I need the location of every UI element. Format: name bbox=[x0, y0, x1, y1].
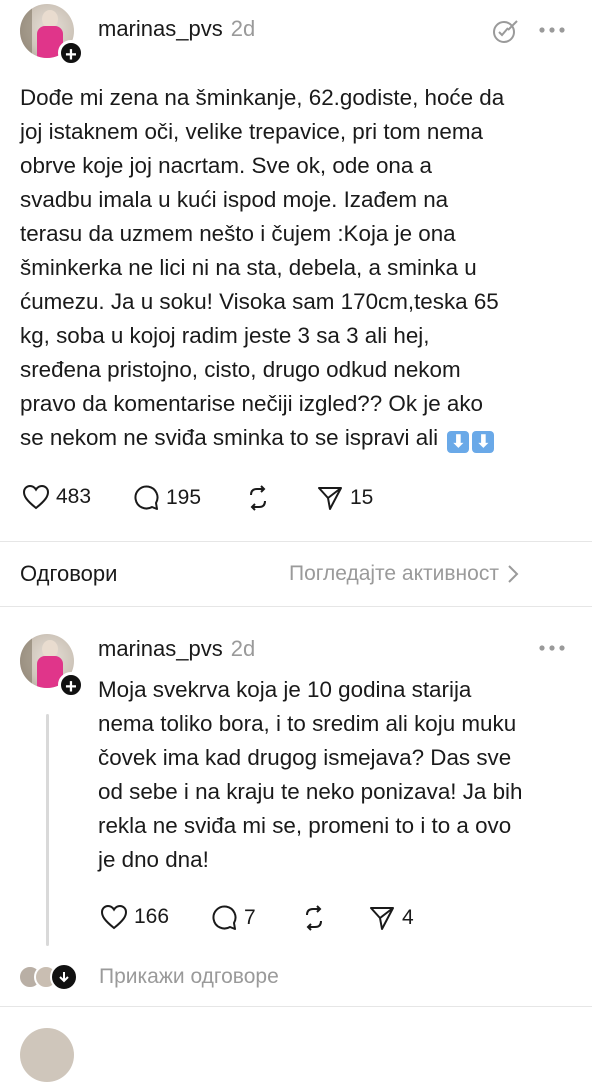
reply-line: nema toliko bora, i to sredim ali koju m… bbox=[98, 711, 517, 736]
heart-icon bbox=[100, 904, 128, 930]
reply-line: čovek ima kad drugog ismejava? Das sve bbox=[98, 745, 512, 770]
username[interactable]: marinas_pvs bbox=[98, 16, 223, 42]
username[interactable]: marinas_pvs bbox=[98, 636, 223, 662]
repost-button[interactable] bbox=[244, 484, 278, 512]
reply-line: Moja svekrva koja je 10 godina starija bbox=[98, 677, 472, 702]
divider bbox=[0, 541, 592, 542]
timestamp: 2d bbox=[230, 636, 256, 661]
reply-button[interactable]: 7 bbox=[210, 904, 256, 932]
repost-icon bbox=[250, 485, 266, 511]
more-icon[interactable] bbox=[538, 638, 568, 663]
arrow-down-icon: ⬇ bbox=[447, 431, 470, 453]
arrow-down-icon: ⬇ bbox=[472, 431, 495, 453]
reply-avatars[interactable] bbox=[18, 963, 80, 991]
divider bbox=[0, 606, 592, 607]
timestamp: 2d bbox=[230, 16, 256, 41]
arrow-down-icon bbox=[50, 963, 78, 991]
repost-icon bbox=[306, 905, 322, 931]
share-count: 4 bbox=[402, 906, 414, 929]
plus-icon[interactable]: + bbox=[58, 40, 84, 66]
share-count: 15 bbox=[350, 486, 374, 509]
post-header: marinas_pvs 2d bbox=[98, 16, 255, 42]
show-replies-link[interactable]: Прикажи одговоре bbox=[99, 965, 279, 989]
share-icon bbox=[318, 487, 342, 510]
comment-icon bbox=[212, 905, 237, 930]
thread-line bbox=[46, 714, 49, 946]
post-line: se nekom ne sviđa sminka to se ispravi a… bbox=[20, 421, 585, 455]
post-line: kg, soba u kojoj radim jeste 3 sa 3 ali … bbox=[20, 323, 430, 348]
plus-icon[interactable]: + bbox=[58, 672, 84, 698]
like-count: 166 bbox=[134, 905, 170, 928]
reply-button[interactable]: 195 bbox=[132, 484, 201, 512]
like-button[interactable]: 483 bbox=[22, 484, 91, 510]
share-button[interactable]: 15 bbox=[316, 484, 373, 512]
post-line: šminkerka ne lici ni na sta, debela, a s… bbox=[20, 255, 477, 280]
repost-button[interactable] bbox=[300, 904, 328, 932]
post-line-text: se nekom ne sviđa sminka to se ispravi a… bbox=[20, 425, 439, 450]
share-button[interactable]: 4 bbox=[368, 904, 414, 932]
post-line: joj istaknem oči, velike trepavice, pri … bbox=[20, 119, 483, 144]
chevron-right-icon bbox=[508, 565, 519, 583]
reply-line: rekla ne sviđa mi se, promeni to i to a … bbox=[98, 813, 512, 838]
like-count: 483 bbox=[56, 485, 92, 508]
post-line: sređena pristojno, cisto, drugo odkud ne… bbox=[20, 357, 461, 382]
post-line: obrve koje joj nacrtam. Sve ok, ode ona … bbox=[20, 153, 432, 178]
post-line: ćumezu. Ja u soku! Visoka sam 170cm,tesk… bbox=[20, 289, 499, 314]
reply-count: 195 bbox=[166, 486, 202, 509]
like-button[interactable]: 166 bbox=[100, 904, 169, 930]
more-icon[interactable] bbox=[538, 20, 568, 45]
post-line: pravo da komentarise nečiji izgled?? Ok … bbox=[20, 391, 483, 416]
share-icon bbox=[370, 907, 394, 930]
replies-tab[interactable]: Одговори bbox=[20, 561, 117, 587]
avatar[interactable] bbox=[20, 1028, 74, 1082]
feed-settings-icon[interactable] bbox=[490, 16, 520, 51]
post-line: terasu da uzmem nešto i čujem :Koja je o… bbox=[20, 221, 456, 246]
reply-line: je dno dna! bbox=[98, 847, 209, 872]
reply-line: od sebe i na kraju te neko ponizava! Ja … bbox=[98, 779, 523, 804]
post-line: svadbu imala u kući ispod moje. Izađem n… bbox=[20, 187, 449, 212]
post-line: Dođe mi zena na šminkanje, 62.godiste, h… bbox=[20, 85, 505, 110]
view-activity-link[interactable]: Погледајте активност bbox=[289, 562, 519, 586]
heart-icon bbox=[22, 484, 50, 510]
reply-count: 7 bbox=[244, 906, 256, 929]
post-body: Dođe mi zena na šminkanje, 62.godiste, h… bbox=[20, 81, 585, 455]
view-activity-label: Погледајте активност bbox=[289, 562, 499, 585]
reply-header: marinas_pvs 2d bbox=[98, 636, 255, 662]
reply-body: Moja svekrva koja je 10 godina starija n… bbox=[98, 673, 578, 877]
comment-icon bbox=[134, 485, 159, 510]
divider bbox=[0, 1006, 592, 1007]
